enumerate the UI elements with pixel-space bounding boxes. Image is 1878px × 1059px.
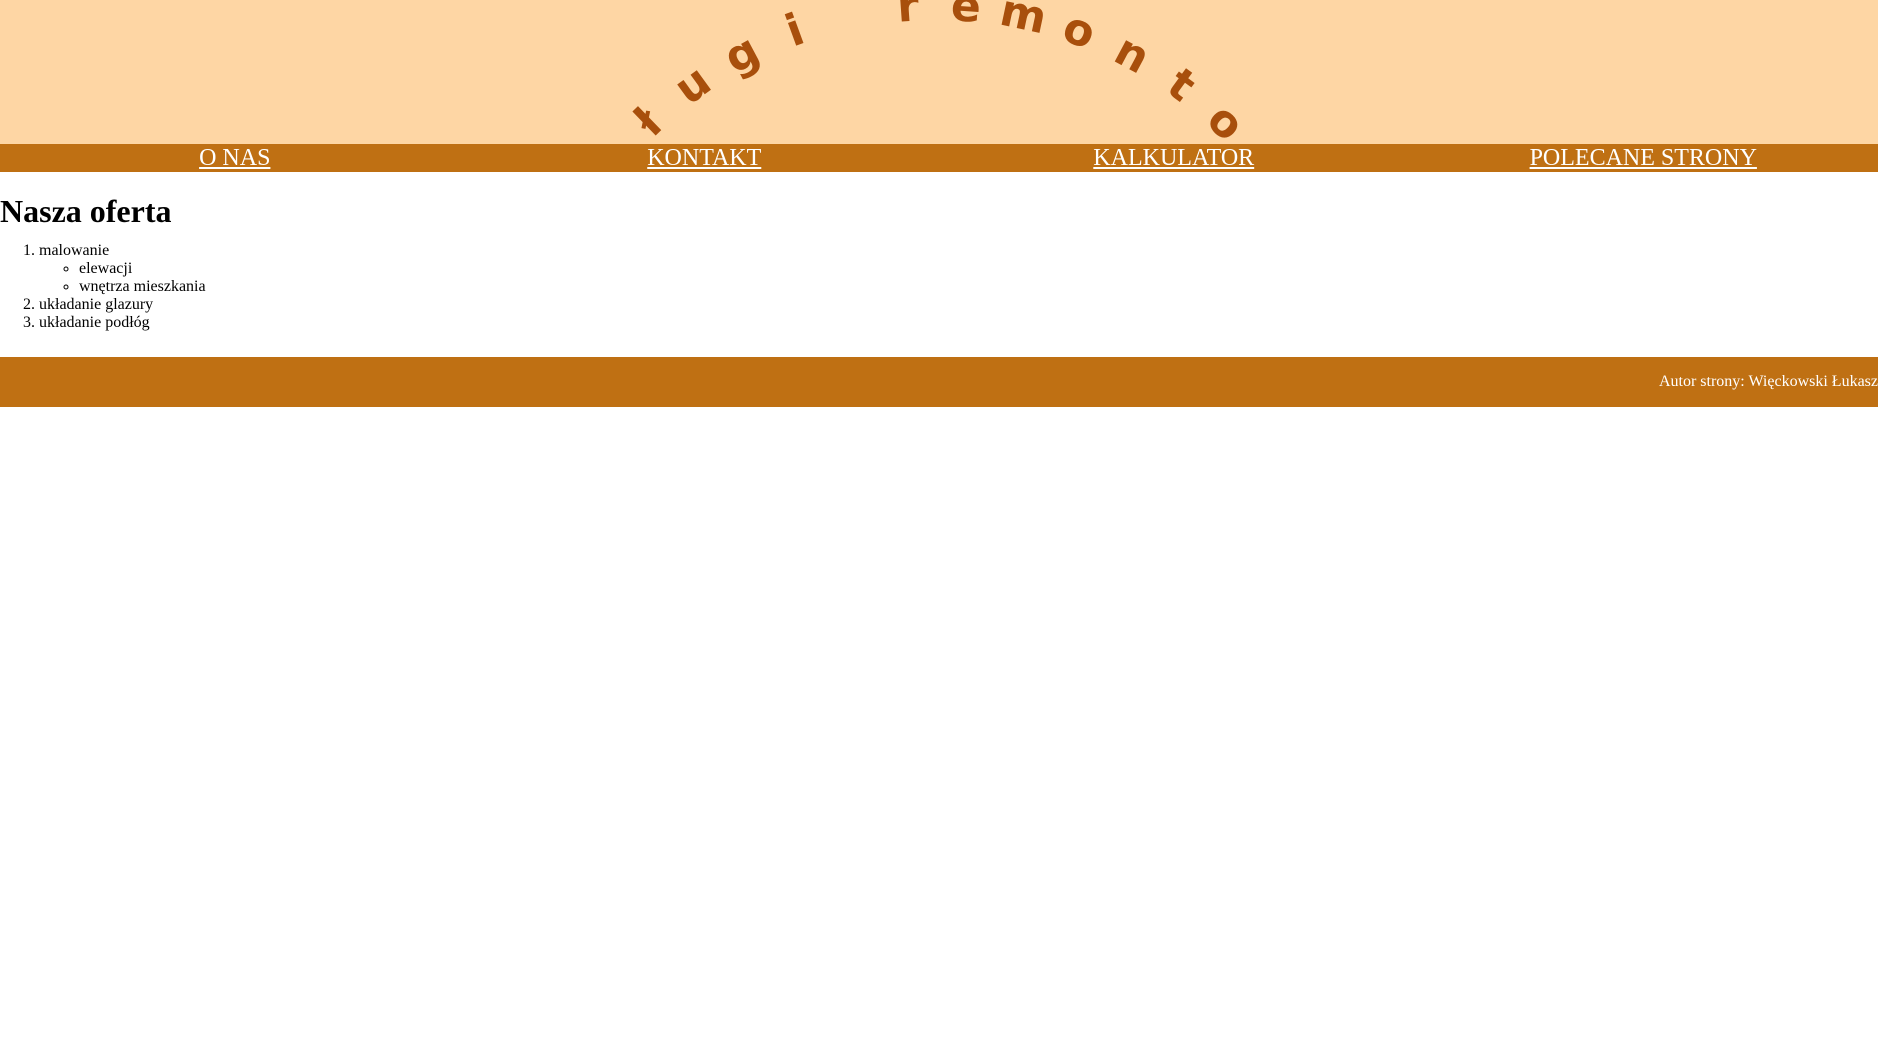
title-letter: ł xyxy=(624,97,673,144)
offer-list: malowanie elewacji wnętrza mieszkania uk… xyxy=(0,242,1878,332)
title-letter: t xyxy=(1158,58,1205,112)
title-letter: o xyxy=(1056,2,1102,60)
site-header: Usługiremontowe xyxy=(0,0,1878,144)
title-letter: m xyxy=(996,0,1051,44)
page-heading: Nasza oferta xyxy=(0,193,172,229)
site-title-arc: Usługiremontowe xyxy=(582,0,1297,144)
nav-link-polecane-strony[interactable]: POLECANE STRONY xyxy=(1409,144,1878,172)
nav-link-kontakt[interactable]: KONTAKT xyxy=(470,144,940,172)
offer-subitem: wnętrza mieszkania xyxy=(79,278,1878,296)
title-letter: i xyxy=(779,4,811,57)
title-letter: r xyxy=(895,0,921,33)
offer-item: układanie glazury xyxy=(39,296,1878,314)
offer-item: malowanie elewacji wnętrza mieszkania xyxy=(39,242,1878,296)
main-nav: O NAS KONTAKT KALKULATOR POLECANE STRONY xyxy=(0,144,1878,172)
offer-item-label: malowanie xyxy=(39,242,110,259)
title-letter: o xyxy=(1197,94,1254,144)
title-letter: g xyxy=(716,24,768,84)
offer-subitem: elewacji xyxy=(79,260,1878,278)
title-letter: u xyxy=(665,55,720,115)
nav-link-o-nas[interactable]: O NAS xyxy=(0,144,470,172)
offer-item: układanie podłóg xyxy=(39,314,1878,332)
offer-sublist: elewacji wnętrza mieszkania xyxy=(39,260,1878,296)
footer-author: Autor strony: Więckowski Łukasz xyxy=(1658,373,1878,390)
title-letter: e xyxy=(949,0,982,33)
main-content: Nasza oferta malowanie elewacji wnętrza … xyxy=(0,188,1878,332)
nav-link-kalkulator[interactable]: KALKULATOR xyxy=(939,144,1409,172)
site-footer: Autor strony: Więckowski Łukasz xyxy=(0,357,1878,407)
title-letter: w xyxy=(1232,134,1297,144)
title-letter: n xyxy=(1106,24,1158,84)
